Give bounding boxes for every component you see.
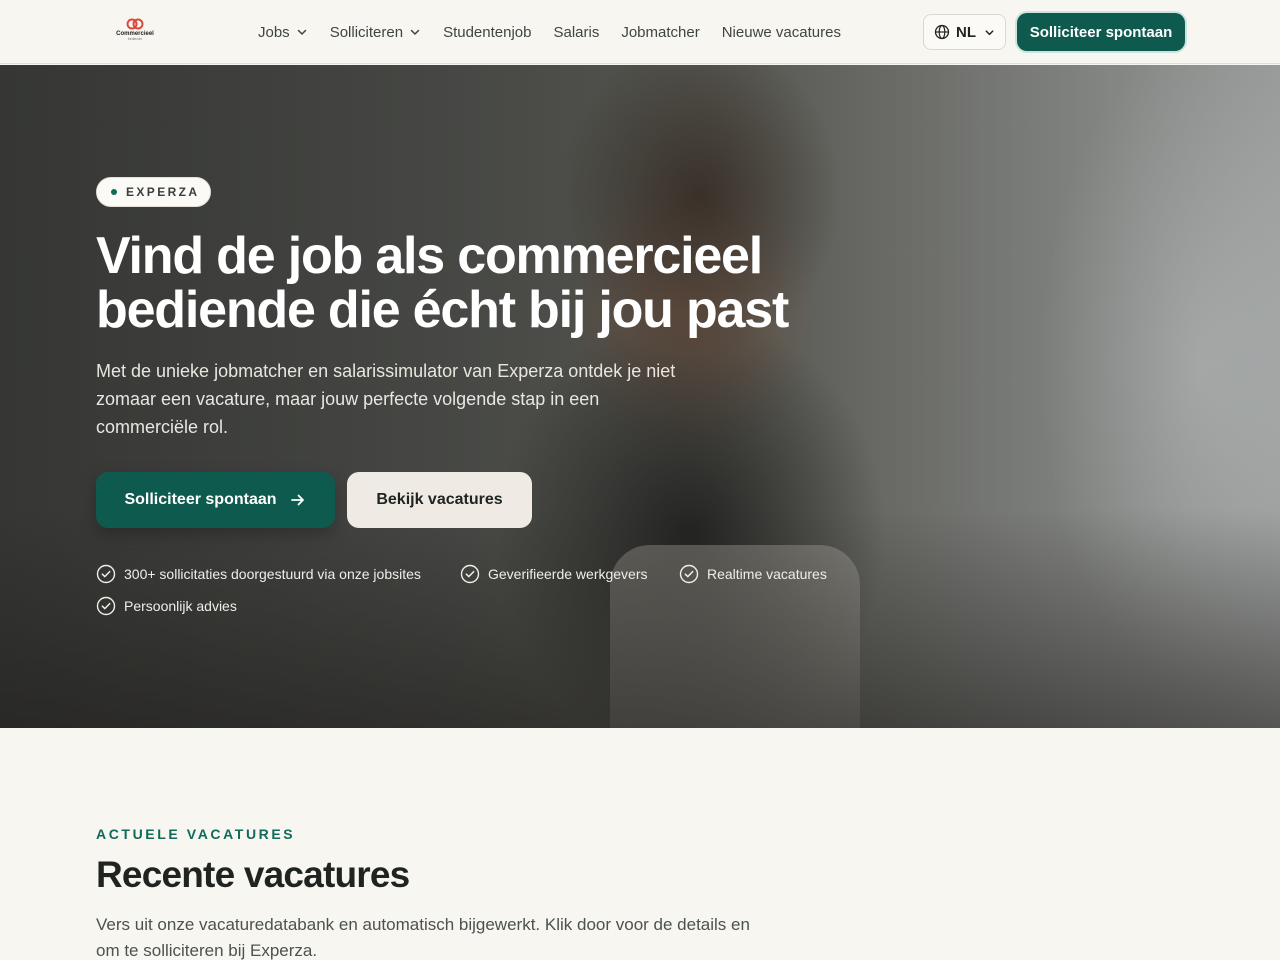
hero-badge: EXPERZA (96, 177, 211, 207)
hero-title: Vind de job als commercieel bediende die… (96, 227, 789, 339)
site-header: Commercieel bediende Jobs Solliciteren S… (0, 0, 1280, 64)
check-circle-icon (96, 564, 116, 584)
hero-bottom-shade (0, 508, 1280, 728)
language-selector[interactable]: NL (923, 14, 1006, 50)
nav-item-label: Salaris (553, 23, 600, 41)
view-vacancies-button[interactable]: Bekijk vacatures (347, 472, 532, 528)
arrow-right-icon (289, 491, 307, 509)
nav-item-salaris[interactable]: Salaris (553, 24, 599, 41)
nav-item-label: Solliciteren (329, 23, 404, 41)
logo-mark-icon (126, 18, 144, 30)
nav-item-label: Jobmatcher (621, 23, 700, 41)
badge-dot (111, 189, 117, 195)
badge-label: EXPERZA (126, 185, 200, 199)
chevron-down-icon (984, 27, 995, 38)
section-title: Recente vacatures (96, 854, 410, 895)
feature-item: Realtime vacatures (679, 564, 827, 584)
nav-item-solliciteren[interactable]: Solliciteren (330, 24, 421, 41)
check-circle-icon (460, 564, 480, 584)
nav-item-nieuwe-vacatures[interactable]: Nieuwe vacatures (722, 24, 841, 41)
feature-label: Geverifieerde werkgevers (488, 566, 648, 582)
nav-item-studentenjob[interactable]: Studentenjob (443, 24, 531, 41)
nav-item-label: Jobs (258, 23, 290, 41)
section-description: Vers uit onze vacaturedatabank en automa… (96, 915, 750, 960)
main-nav: Jobs Solliciteren Studentenjob Salaris J… (258, 0, 863, 64)
feature-label: 300+ sollicitaties doorgestuurd via onze… (124, 566, 421, 582)
globe-icon (934, 24, 950, 40)
feature-item: 300+ sollicitaties doorgestuurd via onze… (96, 564, 421, 584)
nav-item-jobs[interactable]: Jobs (258, 24, 308, 41)
feature-label: Realtime vacatures (707, 566, 827, 582)
header-apply-button[interactable]: Solliciteer spontaan (1017, 13, 1185, 51)
check-circle-icon (96, 596, 116, 616)
feature-item: Persoonlijk advies (96, 596, 237, 616)
nav-item-label: Studentenjob (443, 23, 532, 41)
button-label: Solliciteer spontaan (124, 491, 277, 508)
apply-spontaneously-button[interactable]: Solliciteer spontaan (96, 472, 335, 528)
logo-subtext: bediende (127, 37, 143, 41)
feature-label: Persoonlijk advies (124, 598, 237, 614)
section-kicker: ACTUELE VACATURES (96, 826, 296, 842)
chevron-down-icon (409, 26, 421, 38)
feature-item: Geverifieerde werkgevers (460, 564, 648, 584)
hero-description: Met de unieke jobmatcher en salarissimul… (96, 361, 676, 437)
chevron-down-icon (296, 26, 308, 38)
check-circle-icon (679, 564, 699, 584)
nav-item-label: Nieuwe vacatures (721, 23, 841, 41)
nav-item-jobmatcher[interactable]: Jobmatcher (621, 24, 699, 41)
hero-section: EXPERZA Vind de job als commercieel bedi… (0, 65, 1280, 728)
language-label: NL (956, 23, 976, 41)
site-logo[interactable]: Commercieel bediende (112, 18, 158, 46)
